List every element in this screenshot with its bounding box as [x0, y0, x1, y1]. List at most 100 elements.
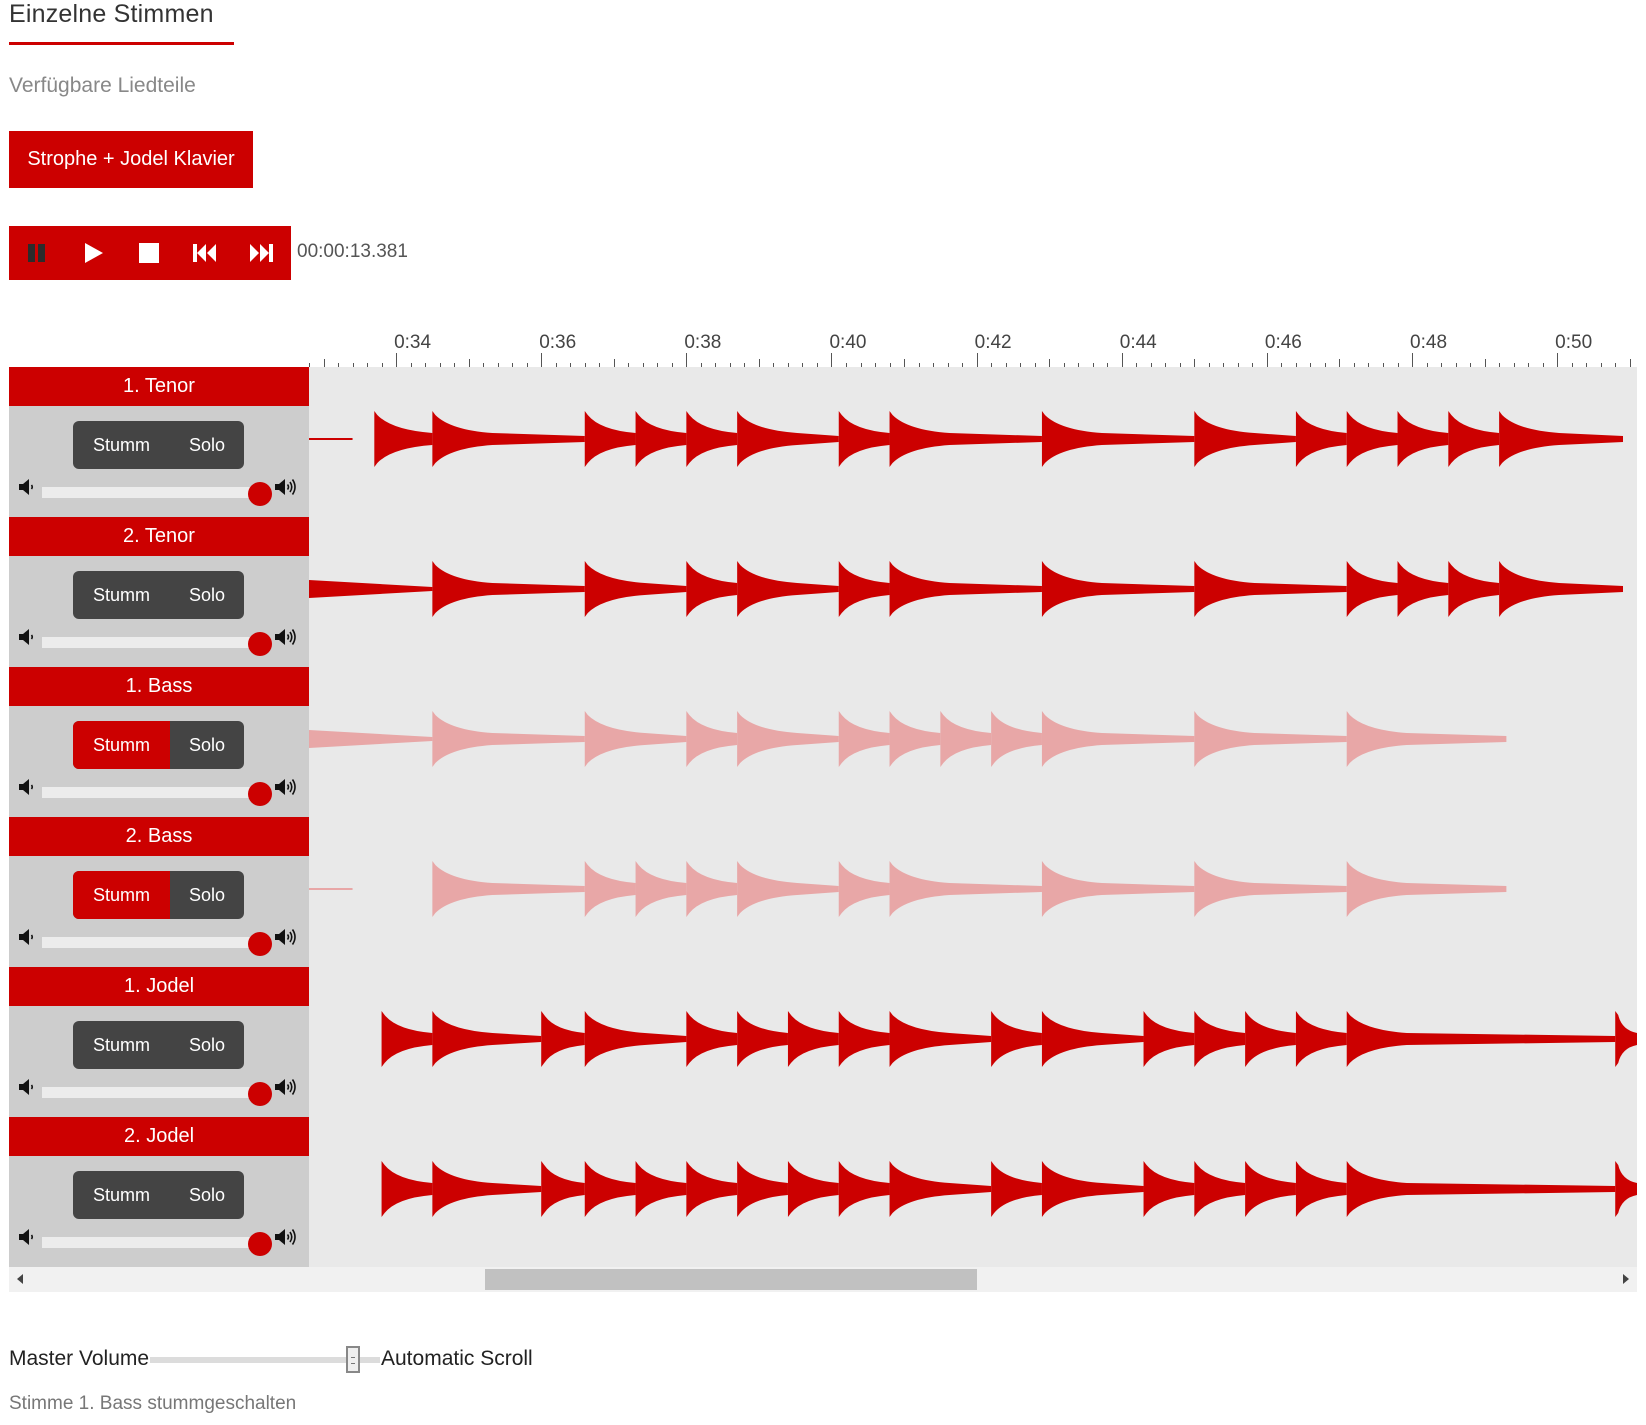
- ruler-tick: [1266, 353, 1268, 367]
- track-volume-slider[interactable]: [42, 487, 268, 498]
- ruler-tick: [758, 359, 760, 367]
- ruler-label: 0:42: [974, 332, 1012, 353]
- scroll-right-arrow-icon[interactable]: [1623, 1274, 1629, 1284]
- mute-button[interactable]: Stumm: [73, 571, 170, 619]
- track-volume-slider[interactable]: [42, 937, 268, 948]
- rewind-button[interactable]: [177, 226, 233, 280]
- play-icon: [85, 243, 103, 263]
- track-volume-slider[interactable]: [42, 1087, 268, 1098]
- horizontal-scrollbar[interactable]: [9, 1267, 1637, 1292]
- track-volume-handle[interactable]: [248, 1082, 272, 1106]
- waveform-note: [889, 711, 941, 767]
- waveform-note: [889, 1161, 992, 1217]
- waveform-note: [889, 411, 1042, 467]
- song-part-button[interactable]: Strophe + Jodel Klavier: [9, 131, 253, 188]
- waveform-note: [737, 561, 839, 617]
- waveform-note: [1397, 561, 1449, 617]
- waveform-note: [787, 1161, 839, 1217]
- track-volume-slider[interactable]: [42, 637, 268, 648]
- waveform-note: [381, 1011, 433, 1067]
- mute-solo-group: Stumm Solo: [73, 571, 244, 619]
- waveform-note: [838, 1011, 890, 1067]
- tracks-panel: 1. Tenor Stumm Solo 2. Tenor Stumm Solo …: [9, 367, 1637, 1267]
- mute-button[interactable]: Stumm: [73, 871, 170, 919]
- waveform-note: [838, 861, 890, 917]
- timeline-ruler[interactable]: 0:34 0:36 0:38 0:40 0:42 0:44 0:46 0:48 0:50: [309, 320, 1637, 367]
- master-volume-handle[interactable]: [345, 1346, 360, 1373]
- volume-high-icon: [275, 479, 296, 495]
- waveform-note: [686, 1011, 738, 1067]
- track-waveform[interactable]: [309, 967, 1637, 1117]
- solo-button[interactable]: Solo: [170, 1171, 244, 1219]
- waveform-note: [309, 730, 433, 748]
- ruler-tick: [323, 359, 325, 367]
- waveform-note: [584, 561, 687, 617]
- ruler-tick: [1339, 359, 1341, 367]
- track-waveform[interactable]: [309, 1117, 1637, 1267]
- track-volume-slider[interactable]: [42, 1237, 268, 1248]
- ruler-tick: [613, 359, 615, 367]
- ruler-tick: [1484, 359, 1486, 367]
- track-waveform[interactable]: [309, 667, 1637, 817]
- waveform-note: [584, 861, 636, 917]
- waveform-note: [838, 1161, 890, 1217]
- scroll-left-arrow-icon[interactable]: [17, 1274, 23, 1284]
- waveform-note: [1041, 861, 1195, 917]
- track-volume-slider[interactable]: [42, 787, 268, 798]
- solo-button[interactable]: Solo: [170, 571, 244, 619]
- track-volume-handle[interactable]: [248, 1232, 272, 1256]
- ruler-tick: [1121, 353, 1123, 367]
- track-waveform[interactable]: [309, 517, 1637, 667]
- mute-button[interactable]: Stumm: [73, 1171, 170, 1219]
- mute-button[interactable]: Stumm: [73, 721, 170, 769]
- ruler-tick: [1049, 359, 1051, 367]
- solo-button[interactable]: Solo: [170, 871, 244, 919]
- track-volume-handle[interactable]: [248, 632, 272, 656]
- waveform-note: [991, 1011, 1042, 1067]
- track-controls: Stumm Solo: [9, 1006, 309, 1117]
- ruler-label: 0:34: [394, 332, 432, 353]
- volume-low-icon: [19, 1079, 34, 1095]
- mute-button[interactable]: Stumm: [73, 421, 170, 469]
- track-waveform[interactable]: [309, 817, 1637, 967]
- waveform-note: [1295, 1011, 1347, 1067]
- waveform-note: [432, 711, 585, 767]
- track-waveform[interactable]: [309, 367, 1637, 517]
- track-volume-handle[interactable]: [248, 782, 272, 806]
- waveform-note: [584, 411, 636, 467]
- waveform-note: [1346, 561, 1398, 617]
- fast-forward-button[interactable]: [233, 226, 289, 280]
- waveform-note: [1143, 1011, 1195, 1067]
- waveform-tail: [309, 438, 353, 440]
- solo-button[interactable]: Solo: [170, 1021, 244, 1069]
- waveform-note: [1194, 1161, 1246, 1217]
- play-button[interactable]: [65, 226, 121, 280]
- track-2-jodel: 2. Jodel Stumm Solo: [9, 1117, 1637, 1267]
- automatic-scroll-toggle[interactable]: Automatic Scroll: [381, 1347, 533, 1371]
- track-1-jodel: 1. Jodel Stumm Solo: [9, 967, 1637, 1117]
- scrollbar-thumb[interactable]: [484, 1269, 978, 1290]
- waveform-note: [1499, 561, 1623, 617]
- waveform-note: [991, 1161, 1042, 1217]
- waveform-note: [1245, 1161, 1296, 1217]
- track-volume-handle[interactable]: [248, 482, 272, 506]
- waveform-note: [1397, 411, 1449, 467]
- waveform-note: [1194, 861, 1347, 917]
- page-title: Einzelne Stimmen: [9, 0, 214, 28]
- pause-button[interactable]: [9, 226, 65, 280]
- mute-button[interactable]: Stumm: [73, 1021, 170, 1069]
- stop-button[interactable]: [121, 226, 177, 280]
- waveform-note: [838, 711, 890, 767]
- master-volume-label: Master Volume: [9, 1347, 150, 1370]
- waveform-note: [1448, 561, 1500, 617]
- ruler-tick: [1629, 359, 1631, 367]
- waveform-note: [737, 861, 839, 917]
- waveform-note: [686, 1161, 738, 1217]
- ruler-label: 0:40: [829, 332, 867, 353]
- track-name: 2. Jodel: [9, 1117, 309, 1156]
- solo-button[interactable]: Solo: [170, 421, 244, 469]
- waveform-note: [1245, 1011, 1296, 1067]
- track-1-bass: 1. Bass Stumm Solo: [9, 667, 1637, 817]
- track-volume-handle[interactable]: [248, 932, 272, 956]
- solo-button[interactable]: Solo: [170, 721, 244, 769]
